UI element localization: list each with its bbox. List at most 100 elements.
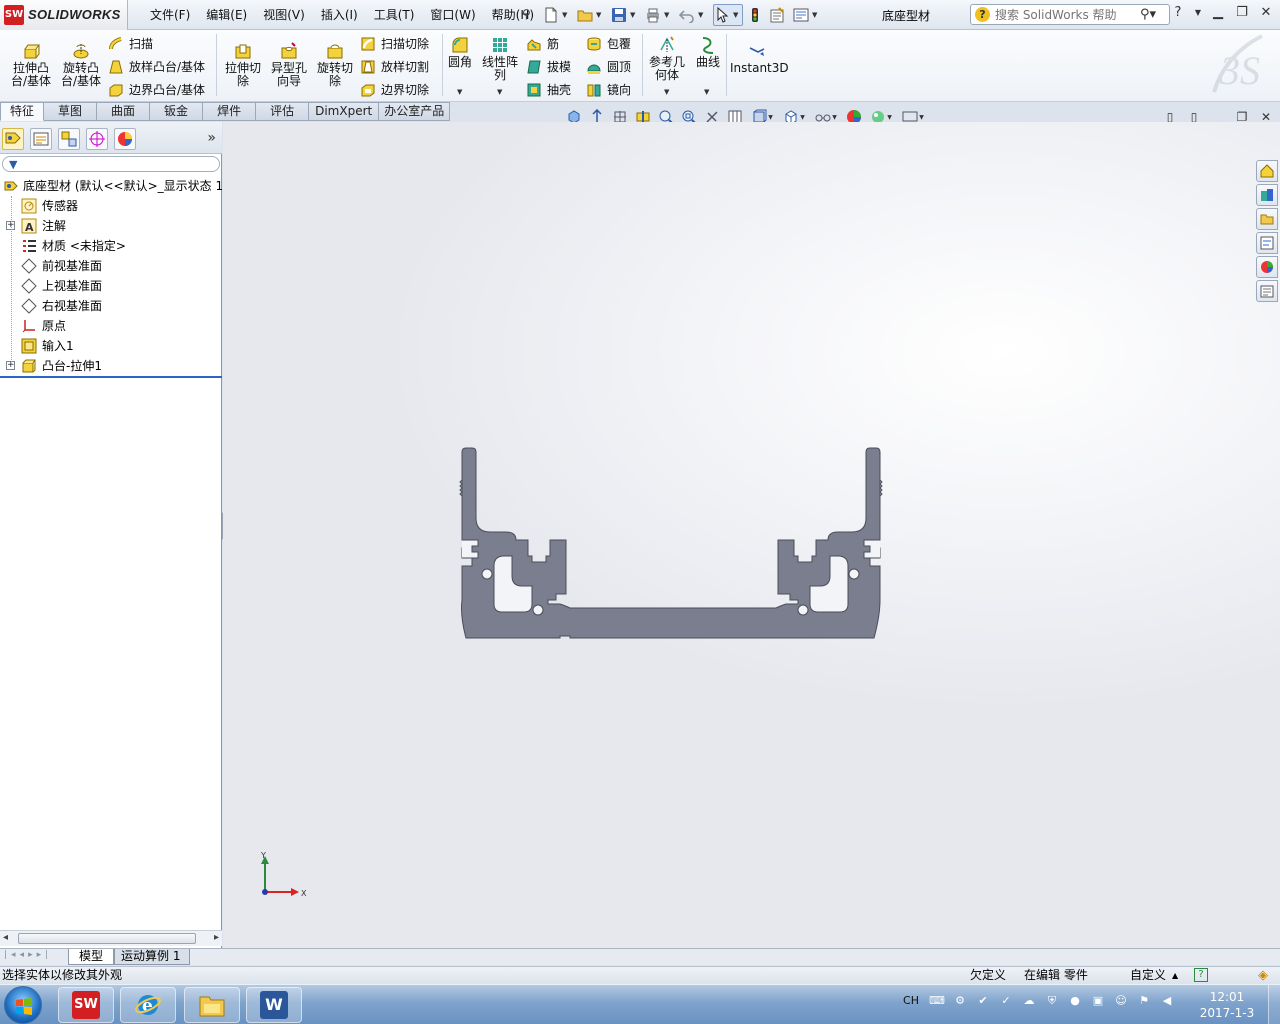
- help-search-box[interactable]: ? ⚲▾: [970, 4, 1170, 25]
- tree-item-material[interactable]: 材质 <未指定>: [0, 236, 222, 256]
- file-properties-button[interactable]: [769, 4, 789, 26]
- undo-button[interactable]: ▼: [679, 4, 709, 26]
- graphics-area[interactable]: Y X: [223, 122, 1280, 948]
- tab-sketch[interactable]: 草图: [44, 102, 98, 121]
- mirror-button[interactable]: 镜向: [586, 81, 631, 98]
- hole-wizard-button[interactable]: 异型孔 向导: [268, 42, 310, 88]
- taskbar-internet-explorer[interactable]: e: [120, 987, 176, 1023]
- search-icon[interactable]: ⚲▾: [1140, 7, 1156, 22]
- solidworks-logo[interactable]: SW SOLIDWORKS: [0, 0, 128, 30]
- appearances-tab[interactable]: [1256, 256, 1278, 278]
- tree-item-right-plane[interactable]: 右视基准面: [0, 296, 222, 316]
- help-dropdown-icon[interactable]: ▼: [1194, 5, 1202, 21]
- input-language-indicator[interactable]: CH: [900, 993, 922, 1009]
- featuremanager-tab[interactable]: [2, 128, 24, 150]
- rollback-bar[interactable]: [0, 376, 222, 378]
- draft-button[interactable]: 拔模: [526, 58, 571, 75]
- configurationmanager-tab[interactable]: [58, 128, 80, 150]
- menu-view[interactable]: 视图(V): [255, 0, 313, 30]
- pane-horizontal-scrollbar[interactable]: ◂ ▸: [0, 930, 222, 946]
- display-icon[interactable]: ▣: [1090, 993, 1106, 1009]
- tree-item-origin[interactable]: 原点: [0, 316, 222, 336]
- tab-weldments[interactable]: 焊件: [203, 102, 257, 121]
- new-document-button[interactable]: ▼: [543, 4, 573, 26]
- swept-cut-button[interactable]: 扫描切除: [360, 35, 429, 52]
- tab-dimxpert[interactable]: DimXpert: [309, 102, 380, 121]
- rib-button[interactable]: 筋: [526, 35, 559, 52]
- scrollbar-thumb[interactable]: [18, 933, 196, 944]
- tab-surfaces[interactable]: 曲面: [97, 102, 151, 121]
- gear-icon[interactable]: ⚙: [952, 993, 968, 1009]
- tree-item-top-plane[interactable]: 上视基准面: [0, 276, 222, 296]
- update-icon[interactable]: ●: [1067, 993, 1083, 1009]
- tab-features[interactable]: 特征: [0, 102, 45, 121]
- design-library-tab[interactable]: [1256, 184, 1278, 206]
- unit-system-selector[interactable]: 自定义: [1130, 967, 1166, 984]
- revolve-cut-button[interactable]: 旋转切 除: [314, 42, 356, 88]
- file-explorer-tab[interactable]: [1256, 208, 1278, 230]
- help-menu-button[interactable]: ?: [1170, 5, 1186, 21]
- rebuild-button[interactable]: [747, 4, 765, 26]
- taskbar-file-explorer[interactable]: [184, 987, 240, 1023]
- taskbar-word[interactable]: W: [246, 987, 302, 1023]
- tab-evaluate[interactable]: 评估: [256, 102, 310, 121]
- quick-tips-icon[interactable]: ?: [1194, 968, 1208, 982]
- tab-model[interactable]: 模型: [68, 949, 114, 965]
- shield-icon[interactable]: ⛨: [1044, 993, 1060, 1009]
- system-clock[interactable]: 12:01 2017-1-3: [1196, 989, 1258, 1021]
- extrude-boss-button[interactable]: 拉伸凸 台/基体: [8, 42, 54, 88]
- fillet-button[interactable]: 圆角: [444, 36, 476, 69]
- network-icon[interactable]: ☁: [1021, 993, 1037, 1009]
- tree-item-annotations[interactable]: + A 注解: [0, 216, 222, 236]
- scroll-left-icon[interactable]: ◂: [3, 932, 8, 943]
- dimxpertmanager-tab[interactable]: [86, 128, 108, 150]
- wrap-button[interactable]: 包覆: [586, 35, 631, 52]
- menu-window[interactable]: 窗口(W): [422, 0, 483, 30]
- tab-sheet-metal[interactable]: 钣金: [150, 102, 204, 121]
- instant3d-button[interactable]: Instant3D: [730, 42, 789, 75]
- tab-navigation-arrows[interactable]: |◂◂▸▸|: [4, 950, 52, 960]
- tab-motion-study-1[interactable]: 运动算例 1: [114, 949, 190, 965]
- view-palette-tab[interactable]: [1256, 232, 1278, 254]
- tree-item-boss-extrude-1[interactable]: + 凸台-拉伸1: [0, 356, 222, 376]
- tree-filter-input[interactable]: ▼: [2, 156, 220, 172]
- expand-pane-icon[interactable]: »: [207, 130, 216, 146]
- restore-icon[interactable]: ❐: [1234, 5, 1250, 21]
- reference-geometry-dropdown-icon[interactable]: ▼: [664, 88, 669, 96]
- revolve-boss-button[interactable]: 旋转凸 台/基体: [58, 42, 104, 88]
- minimize-icon[interactable]: ▁: [1210, 5, 1226, 21]
- keyboard-icon[interactable]: ⌨: [929, 993, 945, 1009]
- dome-button[interactable]: 圆顶: [586, 58, 631, 75]
- taskbar-solidworks[interactable]: SW: [58, 987, 114, 1023]
- menu-file[interactable]: 文件(F): [142, 0, 198, 30]
- select-button[interactable]: ▼: [713, 4, 743, 26]
- tree-item-front-plane[interactable]: 前视基准面: [0, 256, 222, 276]
- close-icon[interactable]: ✕: [1258, 5, 1274, 21]
- fillet-dropdown-icon[interactable]: ▼: [457, 88, 462, 96]
- boundary-boss-button[interactable]: 边界凸台/基体: [108, 81, 205, 98]
- menu-edit[interactable]: 编辑(E): [198, 0, 255, 30]
- tree-item-imported-1[interactable]: 输入1: [0, 336, 222, 356]
- lofted-cut-button[interactable]: 放样切割: [360, 58, 429, 75]
- extrusion-profile-model[interactable]: [223, 122, 1280, 948]
- antivirus-icon[interactable]: ✓: [998, 993, 1014, 1009]
- user-icon[interactable]: ☺: [1113, 993, 1129, 1009]
- security-icon[interactable]: ✔: [975, 993, 991, 1009]
- boundary-cut-button[interactable]: 边界切除: [360, 81, 429, 98]
- open-document-button[interactable]: ▼: [577, 4, 607, 26]
- save-button[interactable]: ▼: [611, 4, 641, 26]
- linear-pattern-button[interactable]: 线性阵 列: [480, 36, 520, 82]
- reference-geometry-button[interactable]: 参考几 何体: [646, 36, 688, 82]
- tree-item-sensors[interactable]: 传感器: [0, 196, 222, 216]
- solidworks-resources-tab[interactable]: [1256, 160, 1278, 182]
- tree-root-part[interactable]: 底座型材 (默认<<默认>_显示状态 1>): [0, 176, 222, 196]
- scroll-right-icon[interactable]: ▸: [214, 932, 219, 943]
- curves-button[interactable]: 曲线: [692, 36, 724, 69]
- start-button[interactable]: [4, 986, 42, 1024]
- curves-dropdown-icon[interactable]: ▼: [704, 88, 709, 96]
- print-button[interactable]: ▼: [645, 4, 675, 26]
- pattern-dropdown-icon[interactable]: ▼: [497, 88, 502, 96]
- sweep-boss-button[interactable]: 扫描: [108, 35, 153, 52]
- rebuild-status-icon[interactable]: ◈: [1258, 967, 1268, 984]
- custom-properties-tab[interactable]: [1256, 280, 1278, 302]
